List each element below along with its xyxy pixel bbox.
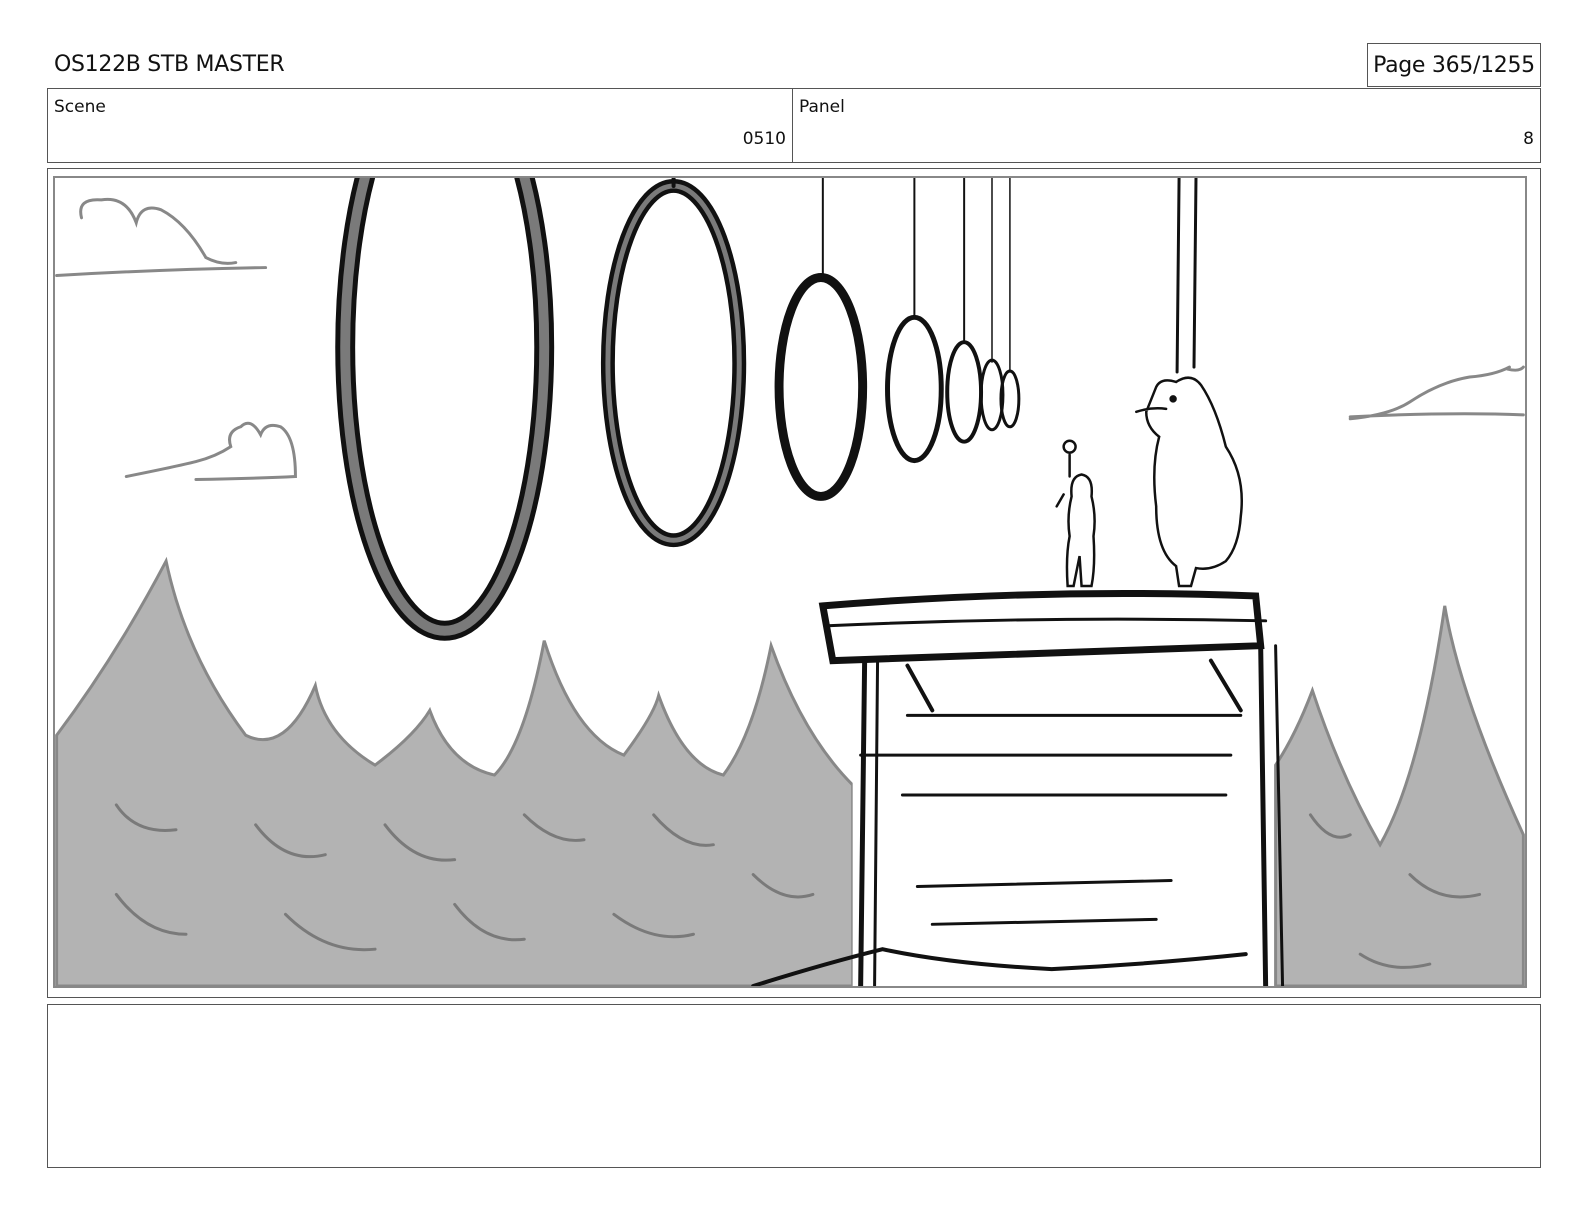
- scene-panel-row: Scene 0510 Panel 8: [47, 88, 1541, 163]
- storyboard-image: [53, 176, 1527, 988]
- storyboard-frame: [47, 168, 1541, 998]
- forest: [55, 556, 1525, 986]
- clouds: [55, 197, 1525, 481]
- panel-label: Panel: [799, 97, 845, 117]
- panel-value: 8: [1523, 129, 1534, 149]
- characters: [1055, 376, 1243, 588]
- scene-value: 0510: [742, 129, 786, 149]
- scene-cell: Scene 0510: [48, 89, 793, 162]
- page-indicator: Page 365/1255: [1367, 43, 1541, 87]
- sketch-illustration: [55, 178, 1525, 986]
- panel-cell: Panel 8: [793, 89, 1540, 162]
- document-title: OS122B STB MASTER: [54, 52, 285, 77]
- scene-label: Scene: [54, 97, 106, 117]
- page-number: 365/1255: [1431, 52, 1535, 78]
- page-label: Page: [1373, 52, 1426, 78]
- notes-box: [47, 1004, 1541, 1168]
